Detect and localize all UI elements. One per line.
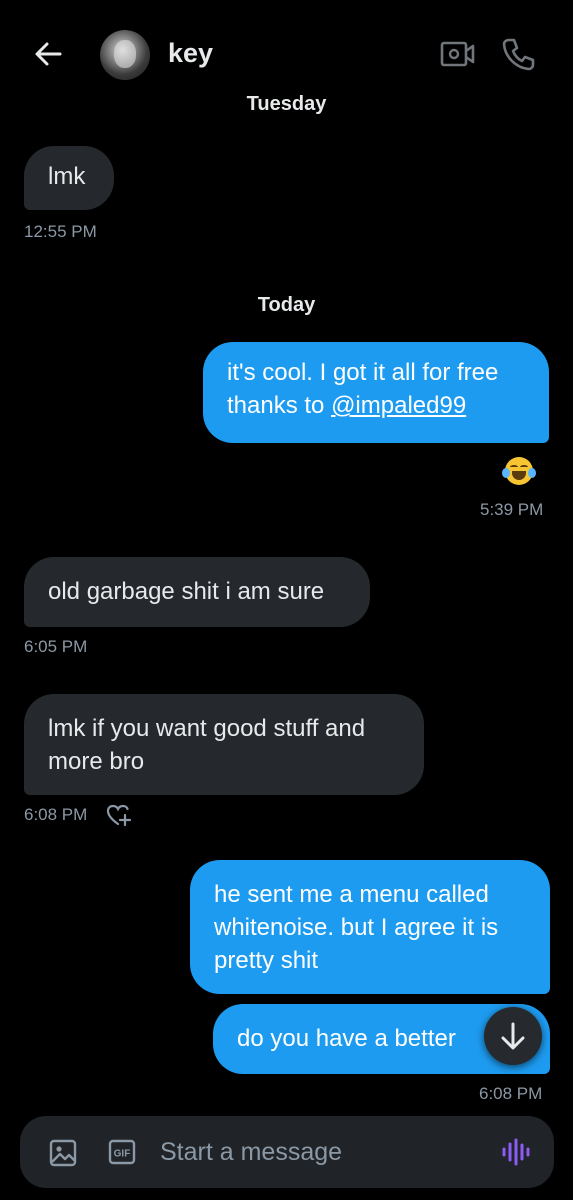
- video-camera-icon: [440, 41, 475, 67]
- scroll-to-bottom-button[interactable]: [484, 1007, 542, 1065]
- message-text: lmk if you want good stuff and more bro: [48, 715, 366, 775]
- mention-link[interactable]: @impaled99: [331, 392, 466, 419]
- phone-icon: [502, 38, 535, 71]
- gif-icon: GIF: [108, 1139, 136, 1165]
- reaction-tears-of-joy-icon[interactable]: [502, 457, 536, 485]
- outgoing-message[interactable]: he sent me a menu called whitenoise. but…: [190, 860, 550, 994]
- arrow-down-icon: [501, 1022, 525, 1050]
- incoming-message[interactable]: old garbage shit i am sure: [24, 557, 370, 627]
- message-text: lmk: [48, 163, 86, 190]
- message-text: do you have a better: [237, 1025, 456, 1052]
- heart-plus-icon: [106, 804, 132, 827]
- emoji-tear: [502, 468, 510, 478]
- day-separator: Today: [257, 294, 316, 316]
- incoming-message[interactable]: lmk: [24, 146, 114, 210]
- contact-avatar[interactable]: [100, 30, 150, 80]
- audio-waveform-icon: [502, 1138, 530, 1166]
- message-composer: GIF: [20, 1116, 554, 1188]
- message-timestamp: 6:08 PM: [479, 1084, 543, 1103]
- emoji-eye: [510, 465, 518, 469]
- conversation-header: key: [0, 0, 573, 100]
- gif-label: GIF: [114, 1149, 131, 1160]
- outgoing-message[interactable]: it's cool. I got it all for free thanks …: [203, 342, 549, 443]
- day-separator: Tuesday: [246, 93, 327, 115]
- emoji-tear: [528, 468, 536, 478]
- message-timestamp: 5:39 PM: [480, 500, 544, 519]
- voice-call-button[interactable]: [500, 36, 536, 72]
- back-arrow-icon: [35, 42, 62, 66]
- image-icon: [49, 1139, 77, 1167]
- message-text: he sent me a menu called whitenoise. but…: [214, 881, 499, 974]
- message-timestamp: 6:05 PM: [24, 637, 88, 656]
- emoji-mouth: [512, 471, 526, 480]
- message-timestamp: 12:55 PM: [24, 222, 97, 241]
- message-text: old garbage shit i am sure: [48, 578, 325, 605]
- add-gif-button[interactable]: GIF: [108, 1139, 136, 1165]
- video-call-button[interactable]: [440, 38, 476, 70]
- message-timestamp: 6:08 PM: [24, 805, 88, 824]
- add-image-button[interactable]: [48, 1138, 78, 1168]
- incoming-message[interactable]: lmk if you want good stuff and more bro: [24, 694, 424, 795]
- message-input[interactable]: [160, 1134, 480, 1170]
- add-reaction-button[interactable]: [106, 803, 132, 827]
- back-button[interactable]: [30, 36, 66, 72]
- contact-name[interactable]: key: [168, 38, 213, 69]
- emoji-eye: [520, 465, 528, 469]
- voice-message-button[interactable]: [500, 1136, 532, 1168]
